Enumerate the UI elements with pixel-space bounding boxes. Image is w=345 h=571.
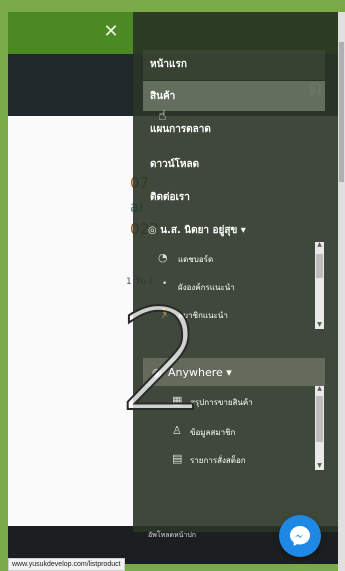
anywhere-submenu-scrollbar[interactable]: ▲ ▼	[315, 386, 324, 470]
scroll-down-icon[interactable]: ▼	[315, 463, 324, 469]
menu-item-download[interactable]: ดาวน์โหลด	[150, 157, 199, 172]
page-scroll-thumb[interactable]	[339, 42, 344, 182]
close-icon[interactable]: ✕	[100, 21, 122, 43]
page-scrollbar[interactable]	[338, 12, 345, 571]
messenger-icon	[290, 526, 310, 546]
menu-item-marketing-plan[interactable]: แผนการตลาด	[150, 122, 211, 137]
dashboard-icon: ◔	[158, 251, 168, 264]
scroll-thumb[interactable]	[316, 254, 323, 278]
scroll-up-icon[interactable]: ▲	[315, 386, 324, 392]
document-icon: ▤	[172, 452, 183, 465]
user-menu[interactable]: ◎ น.ส. นิตยา อยู่สุข ▾	[148, 223, 246, 238]
menu-item-home[interactable]: หน้าแรก	[150, 57, 187, 72]
status-url: www.yusukdevelop.com/listproduct	[8, 558, 125, 571]
scroll-up-icon[interactable]: ▲	[315, 242, 324, 248]
submenu-stock-orders[interactable]: ▤ รายการสั่งสต็อก	[160, 452, 246, 467]
scroll-thumb[interactable]	[316, 396, 323, 442]
submenu-dashboard[interactable]: ◔ แดชบอร์ด	[158, 251, 213, 266]
step-number-overlay: 2	[117, 279, 208, 444]
menu-item-products[interactable]: สินค้า	[150, 89, 175, 104]
scroll-down-icon[interactable]: ▼	[315, 322, 324, 328]
user-circle-icon: ◎	[148, 225, 157, 236]
user-name: น.ส. นิตยา อยู่สุข ▾	[160, 225, 246, 236]
messenger-button[interactable]	[279, 515, 321, 557]
menu-item-contact[interactable]: ติดต่อเรา	[150, 190, 190, 205]
upload-cover-label: อัพโหลดหน้าปก	[148, 531, 197, 539]
user-submenu-scrollbar[interactable]: ▲ ▼	[315, 242, 324, 329]
